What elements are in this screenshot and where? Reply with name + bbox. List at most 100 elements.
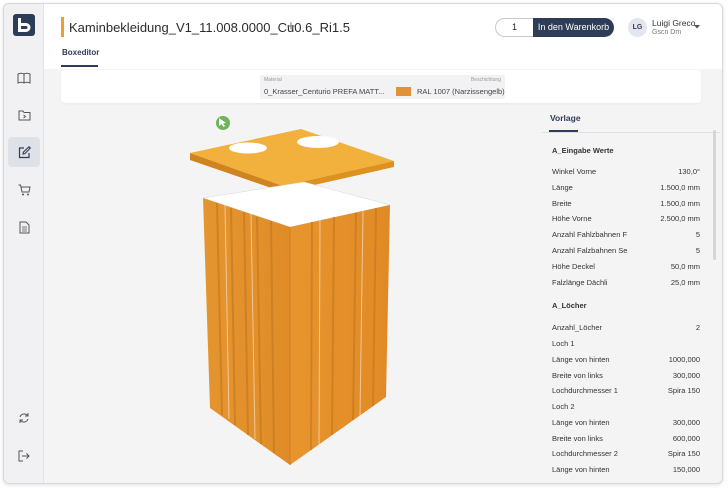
logo-icon xyxy=(18,18,31,32)
user-name[interactable]: Luigi Greco xyxy=(652,18,695,28)
param-key: Breite von links xyxy=(552,434,603,443)
param-value: 25,0 mm xyxy=(670,278,700,287)
tab-boxeditor[interactable]: Boxeditor xyxy=(62,48,99,64)
box-model xyxy=(190,129,394,465)
param-key: Lochdurchmesser 2 xyxy=(552,449,618,458)
sync-icon xyxy=(19,413,29,423)
param-row[interactable]: Anzahl Fahlzbahnen F 5 xyxy=(552,230,700,244)
title-accent-bar xyxy=(61,17,64,37)
param-value: 2 xyxy=(695,323,700,332)
divider xyxy=(542,132,720,133)
param-row[interactable]: Höhe Deckel 50,0 mm xyxy=(552,262,700,276)
param-row[interactable]: Anzahl Falzbahnen Se 5 xyxy=(552,246,700,260)
sidebar-item-editor[interactable] xyxy=(8,137,40,167)
box-lid xyxy=(190,129,394,192)
page-title: Kaminbekleidung_V1_11.008.0000_Cu0.6_Ri1… xyxy=(69,20,350,35)
box-body xyxy=(202,181,391,465)
coating-label: Beschichtung xyxy=(470,77,501,83)
material-value: 0_Krasser_Centurio PREFA MATT... xyxy=(264,87,385,96)
quantity-input[interactable]: 1 xyxy=(495,18,533,37)
param-key: Länge von hinten xyxy=(552,355,610,364)
sidebar xyxy=(4,4,44,483)
param-key: Breite xyxy=(552,199,572,208)
param-value: 1.500,0 mm xyxy=(660,199,700,208)
param-key: Länge von hinten xyxy=(552,465,610,474)
section-title-loecher: A_Löcher xyxy=(552,301,587,310)
folder-icon xyxy=(18,110,30,121)
param-key: Länge xyxy=(552,183,573,192)
3d-viewport[interactable] xyxy=(45,107,535,483)
param-row[interactable]: Breite von links 300,000 xyxy=(552,371,700,385)
param-row[interactable]: Länge 1.500,0 mm xyxy=(552,183,700,197)
header: Kaminbekleidung_V1_11.008.0000_Cu0.6_Ri1… xyxy=(44,4,722,69)
param-key: Winkel Vorne xyxy=(552,167,597,176)
param-value: 150,000 xyxy=(672,465,700,474)
parameter-panel: Vorlage A_Eingabe Werte Winkel Vorne 130,… xyxy=(542,107,720,483)
sidebar-item-documents[interactable] xyxy=(8,212,40,242)
param-key: Loch 1 xyxy=(552,339,575,348)
book-icon xyxy=(17,72,31,84)
param-key: Höhe Vorne xyxy=(552,214,592,223)
param-key: Anzahl Falzbahnen Se xyxy=(552,246,628,255)
param-row[interactable]: Winkel Vorne 130,0° xyxy=(552,167,700,181)
param-value: Spira 150 xyxy=(667,449,700,458)
coating-value: RAL 1007 (Narzissengelb) xyxy=(417,87,505,96)
param-row: Loch 1 xyxy=(552,339,700,353)
param-key: Länge von hinten xyxy=(552,418,610,427)
sidebar-item-cart[interactable] xyxy=(8,175,40,205)
param-value: Spira 150 xyxy=(667,386,700,395)
cursor-marker xyxy=(216,116,230,130)
param-value: 300,000 xyxy=(672,371,700,380)
param-row[interactable]: Anzahl_Löcher 2 xyxy=(552,323,700,337)
param-row[interactable]: Breite 1.500,0 mm xyxy=(552,199,700,213)
param-key: Breite von links xyxy=(552,371,603,380)
add-to-cart-button[interactable]: In den Warenkorb xyxy=(533,18,614,37)
param-value: 2.500,0 mm xyxy=(660,214,700,223)
param-row[interactable]: Länge von hinten 300,000 xyxy=(552,418,700,432)
sidebar-logout[interactable] xyxy=(8,441,40,471)
param-value: 130,0° xyxy=(678,167,700,176)
user-org: Gscn Dm xyxy=(652,29,682,36)
param-row[interactable]: Falzlänge Dächli 25,0 mm xyxy=(552,278,700,292)
param-row[interactable]: Länge von hinten 1000,000 xyxy=(552,355,700,369)
color-swatch xyxy=(396,87,411,96)
param-key: Lochdurchmesser 1 xyxy=(552,386,618,395)
cart-icon xyxy=(18,184,31,196)
param-value: 1.500,0 mm xyxy=(660,183,700,192)
material-bar: Material 0_Krasser_Centurio PREFA MATT..… xyxy=(61,70,701,103)
tab-active-indicator xyxy=(61,65,98,67)
avatar[interactable]: LG xyxy=(628,18,647,37)
param-value: 5 xyxy=(695,230,700,239)
material-label: Material xyxy=(264,77,282,83)
param-key: Höhe Deckel xyxy=(552,262,595,271)
pointer-icon xyxy=(219,118,226,127)
param-row[interactable]: Breite von links 600,000 xyxy=(552,434,700,448)
add-tab-button[interactable]: + xyxy=(284,18,298,35)
param-row[interactable]: Höhe Vorne 2.500,0 mm xyxy=(552,214,700,228)
panel-scrollbar[interactable] xyxy=(713,130,716,260)
lid-hole-1 xyxy=(229,142,267,154)
app-logo[interactable] xyxy=(13,14,35,36)
param-row: Loch 2 xyxy=(552,402,700,416)
sidebar-item-catalog[interactable] xyxy=(8,63,40,93)
param-value: 50,0 mm xyxy=(670,262,700,271)
material-selector[interactable]: Material 0_Krasser_Centurio PREFA MATT..… xyxy=(260,75,505,99)
lid-hole-2 xyxy=(297,136,339,148)
document-icon xyxy=(19,221,29,233)
param-value: 300,000 xyxy=(672,418,700,427)
param-value: 5 xyxy=(695,246,700,255)
param-row[interactable]: Lochdurchmesser 2 Spira 150 xyxy=(552,449,700,463)
edit-icon xyxy=(18,145,31,158)
tab-vorlage[interactable]: Vorlage xyxy=(550,113,581,123)
param-row[interactable]: Länge von hinten 150,000 xyxy=(552,465,700,479)
param-value: 1000,000 xyxy=(668,355,700,364)
chevron-down-icon[interactable] xyxy=(694,25,700,29)
section-title-eingabe: A_Eingabe Werte xyxy=(552,146,614,155)
param-value: 600,000 xyxy=(672,434,700,443)
param-key: Falzlänge Dächli xyxy=(552,278,608,287)
param-key: Anzahl Fahlzbahnen F xyxy=(552,230,628,239)
param-row[interactable]: Lochdurchmesser 1 Spira 150 xyxy=(552,386,700,400)
sidebar-item-projects[interactable] xyxy=(8,100,40,130)
sidebar-sync[interactable] xyxy=(8,403,40,433)
logout-icon xyxy=(18,450,30,462)
